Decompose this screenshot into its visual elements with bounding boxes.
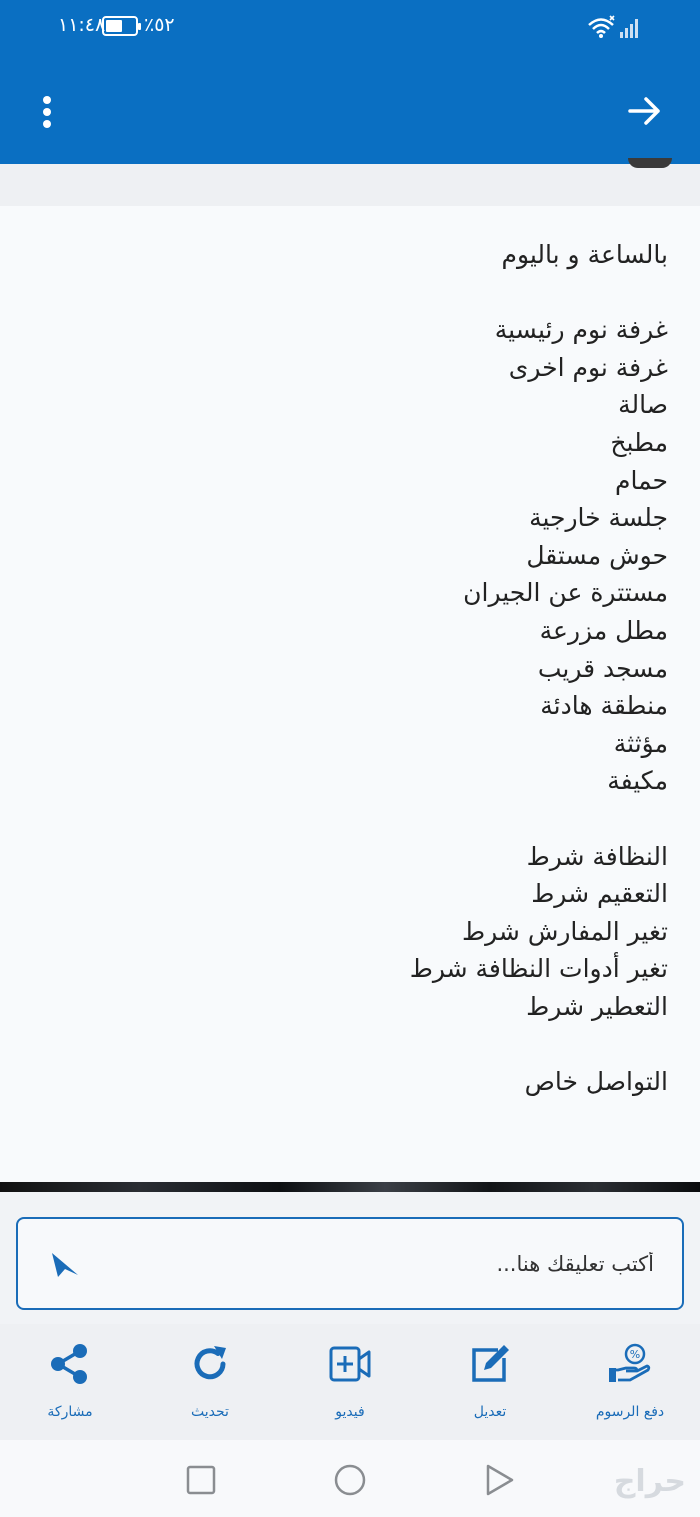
- edit-button[interactable]: تعديل: [440, 1342, 540, 1432]
- post-line: صالة: [618, 390, 668, 420]
- comment-box: [16, 1217, 684, 1310]
- refresh-label: تحديث: [191, 1404, 229, 1420]
- post-line: حوش مستقل: [526, 540, 668, 570]
- system-nav-bar: حراج: [0, 1440, 700, 1517]
- post-text: بالساعة و باليوم غرفة نوم رئيسية غرفة نوم …: [20, 236, 668, 1101]
- send-icon[interactable]: [48, 1247, 82, 1281]
- post-line: التعقيم شرط: [531, 879, 668, 909]
- comment-area: [0, 1192, 700, 1324]
- hand-percent-icon: %: [609, 1343, 651, 1382]
- app-bar: [0, 58, 700, 164]
- battery-percent: ٪٥٢: [144, 14, 175, 36]
- post-line: منطقة هادئة: [540, 691, 668, 721]
- post-line: جلسة خارجية: [529, 503, 668, 533]
- watermark-logo: حراج: [613, 1464, 686, 1499]
- post-line: غرفة نوم اخرى: [508, 352, 668, 382]
- post-line: مطبخ: [610, 427, 668, 457]
- comment-input[interactable]: [94, 1219, 654, 1308]
- status-bar: ١١:٤٨ ٪٥٢: [0, 0, 700, 58]
- share-button[interactable]: مشاركة: [20, 1342, 120, 1432]
- back-triangle-icon[interactable]: [482, 1463, 516, 1497]
- post-line: [20, 1025, 668, 1063]
- post-line: غرفة نوم رئيسية: [494, 315, 668, 345]
- post-line: [20, 274, 668, 312]
- refresh-icon: [194, 1346, 226, 1380]
- post-line: تغير أدوات النظافة شرط: [409, 954, 668, 984]
- image-strip[interactable]: [0, 1182, 700, 1192]
- video-label: فيديو: [335, 1404, 365, 1420]
- wifi-icon: [588, 15, 615, 38]
- signal-icon: [620, 19, 638, 38]
- edit-icon: [472, 1345, 509, 1382]
- status-time: ١١:٤٨: [58, 14, 106, 36]
- pay-fees-button[interactable]: % دفع الرسوم: [580, 1342, 680, 1432]
- post-line: التواصل خاص: [524, 1067, 668, 1097]
- action-bar: مشاركة تحديث فيديو تعديل % دفع الرسوم: [0, 1324, 700, 1440]
- post-line: [20, 800, 668, 838]
- arrow-forward-icon[interactable]: [624, 90, 666, 132]
- svg-text:%: %: [630, 1348, 640, 1361]
- post-line: مؤثثة: [613, 728, 668, 758]
- post-content: بالساعة و باليوم غرفة نوم رئيسية غرفة نوم …: [0, 206, 700, 1182]
- edit-label: تعديل: [473, 1404, 507, 1420]
- post-line: مستترة عن الجيران: [463, 578, 668, 608]
- more-vert-icon[interactable]: [30, 92, 64, 132]
- post-line: حمام: [614, 465, 668, 495]
- divider: [0, 158, 700, 206]
- post-line: النظافة شرط: [526, 841, 668, 871]
- post-line: مطل مزرعة: [539, 615, 668, 645]
- share-icon: [51, 1344, 87, 1384]
- recents-icon[interactable]: [184, 1463, 218, 1497]
- post-line: بالساعة و باليوم: [501, 240, 668, 269]
- video-add-icon: [329, 1346, 371, 1382]
- pay-fees-label: دفع الرسوم: [595, 1404, 665, 1420]
- refresh-button[interactable]: تحديث: [160, 1342, 260, 1432]
- video-button[interactable]: فيديو: [300, 1342, 400, 1432]
- post-line: التعطير شرط: [526, 991, 668, 1021]
- post-line: مسجد قريب: [537, 653, 668, 683]
- home-icon[interactable]: [333, 1463, 367, 1497]
- battery-icon: [102, 16, 141, 36]
- share-label: مشاركة: [47, 1404, 93, 1420]
- post-line: مكيفة: [607, 766, 668, 796]
- post-line: تغير المفارش شرط: [462, 916, 668, 946]
